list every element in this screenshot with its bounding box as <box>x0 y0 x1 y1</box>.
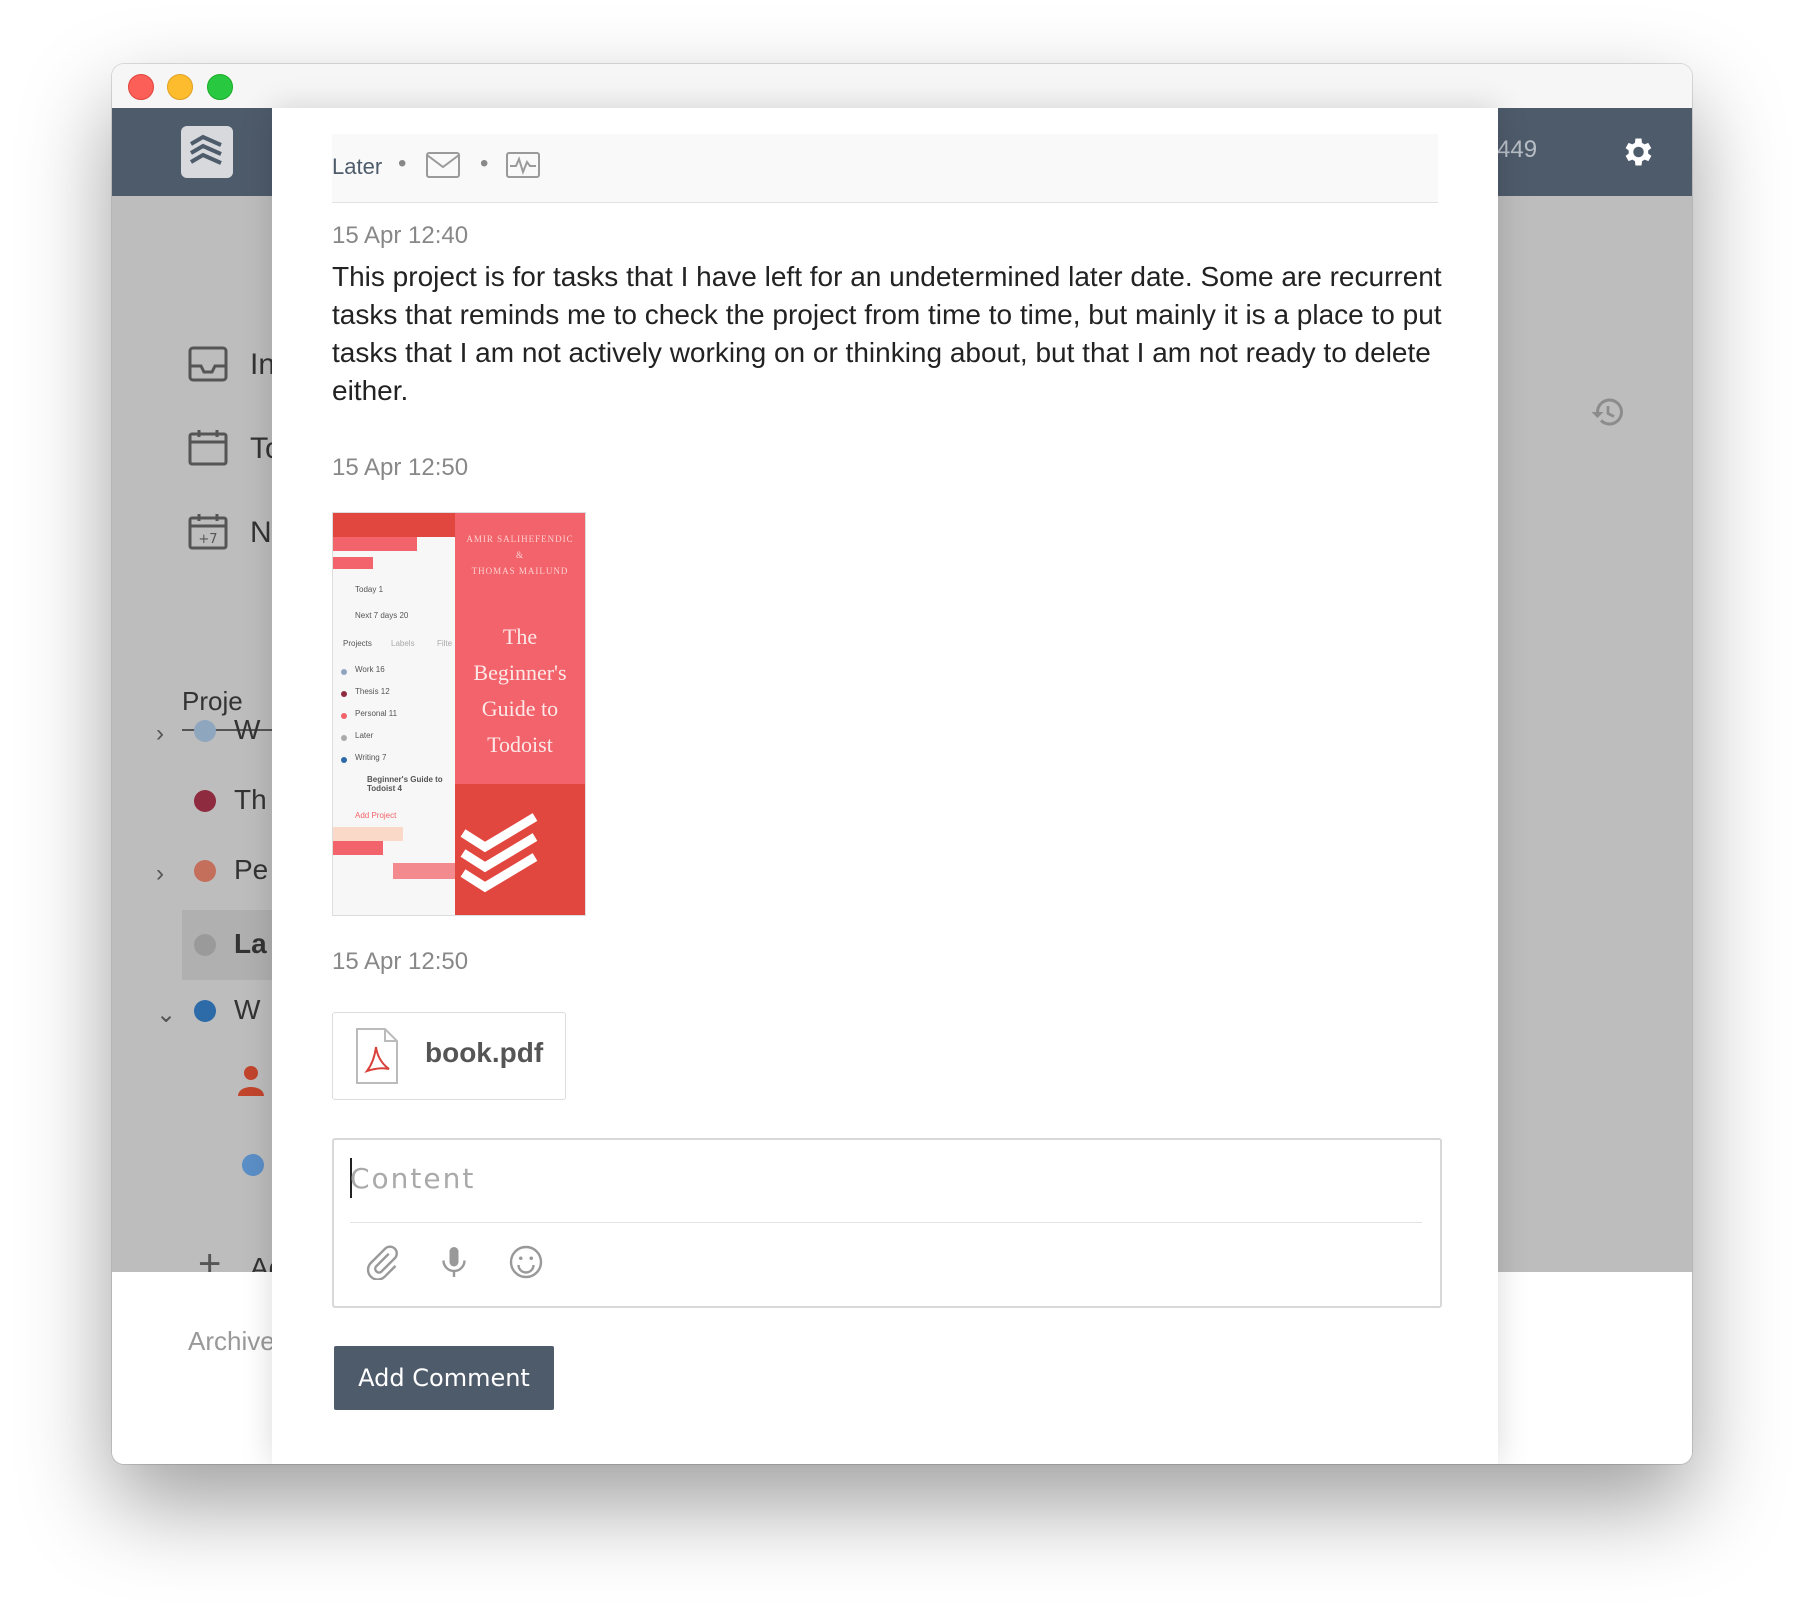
pdf-attachment[interactable]: book.pdf <box>332 1012 566 1100</box>
thumb-item: Filte <box>437 639 453 648</box>
archive-label[interactable]: Archive <box>188 1326 275 1357</box>
comment-text: This project is for tasks that I have le… <box>332 261 1442 406</box>
thumb-highlight <box>333 557 373 569</box>
project-color-dot <box>194 790 216 812</box>
minimize-window-button[interactable] <box>167 74 193 100</box>
thumb-highlight <box>393 863 455 879</box>
comment-timestamp: 15 Apr 12:50 <box>332 948 469 975</box>
app-background: 449 In To +7 Ne Proje › W Th › Pe La ⌄ W… <box>112 108 1692 1464</box>
thumb-item: Today 1 <box>355 585 384 594</box>
book-author-amp: & <box>515 550 524 560</box>
separator-dot: • <box>398 150 407 177</box>
thumb-topbar <box>333 513 455 537</box>
file-name[interactable]: book.pdf <box>425 1037 543 1069</box>
comment-timestamp: 15 Apr 12:40 <box>332 222 469 249</box>
project-color-dot <box>194 860 216 882</box>
todoist-chevrons-icon <box>460 813 538 893</box>
thumb-item: Projects <box>343 639 372 648</box>
karma-counter[interactable]: 449 <box>1497 136 1537 164</box>
gear-icon[interactable] <box>1619 134 1655 170</box>
app-window: 449 In To +7 Ne Proje › W Th › Pe La ⌄ W… <box>112 64 1692 1464</box>
title-bar <box>112 64 1692 109</box>
inbox-icon <box>188 346 228 382</box>
thumb-item: Writing 7 <box>355 753 387 762</box>
thumb-highlight <box>333 537 417 551</box>
thumb-dot <box>341 691 347 697</box>
mail-icon[interactable] <box>426 152 460 178</box>
emoji-icon[interactable] <box>508 1244 544 1280</box>
thumb-item: Thesis 12 <box>355 687 390 696</box>
image-attachment-thumbnail[interactable]: Today 1 Next 7 days 20 Projects Labels F… <box>332 512 586 916</box>
thumb-dot <box>341 735 347 741</box>
project-label: La <box>234 928 267 959</box>
project-name: Later <box>332 154 383 179</box>
thumb-item: Later <box>355 731 374 740</box>
comment-composer <box>332 1138 1442 1308</box>
thumb-dot <box>341 757 347 763</box>
project-color-dot <box>194 720 216 742</box>
thumb-item: Beginner's Guide to Todoist 4 <box>367 775 443 793</box>
thumb-item: Add Project <box>355 811 397 820</box>
shared-user-icon <box>238 1066 264 1096</box>
project-label: Th <box>234 784 267 815</box>
activity-log-icon[interactable] <box>506 152 540 178</box>
project-label: W <box>234 714 261 745</box>
chevron-right-icon[interactable]: › <box>156 860 164 888</box>
chevron-down-icon[interactable]: ⌄ <box>156 1000 176 1029</box>
history-icon[interactable] <box>1590 394 1626 430</box>
thumb-highlight <box>333 827 403 841</box>
project-comments-modal: Later • • 15 Apr 12:40 This project is f… <box>272 108 1498 1464</box>
paperclip-icon[interactable] <box>364 1244 400 1280</box>
comment-input[interactable] <box>350 1154 1420 1202</box>
thumb-item: Labels <box>391 639 415 648</box>
project-color-dot <box>242 1154 264 1176</box>
project-label: W <box>234 994 261 1025</box>
project-color-dot <box>194 934 216 956</box>
add-comment-button[interactable]: Add Comment <box>334 1346 554 1410</box>
composer-divider <box>350 1222 1422 1223</box>
thumb-item: Personal 11 <box>355 709 398 718</box>
book-title-line: Guide to <box>481 696 559 721</box>
project-color-dot <box>194 1000 216 1022</box>
calendar-today-icon <box>188 430 228 466</box>
thumb-dot <box>341 713 347 719</box>
chevron-right-icon[interactable]: › <box>156 720 164 748</box>
thumb-item: Next 7 days 20 <box>355 611 409 620</box>
next7-badge: +7 <box>198 532 217 547</box>
microphone-icon[interactable] <box>436 1244 472 1280</box>
calendar-next7-icon: +7 <box>188 514 228 550</box>
book-title: The Beginner's Guide to Todoist <box>455 619 585 763</box>
comment-timestamp: 15 Apr 12:50 <box>332 454 469 481</box>
book-authors: AMIR SALIHEFENDIC & THOMAS MAILUND <box>455 531 585 579</box>
pdf-file-icon <box>356 1028 398 1084</box>
thumb-item: Work 16 <box>355 665 385 674</box>
project-label: Pe <box>234 854 269 885</box>
book-author-2: THOMAS MAILUND <box>471 566 569 576</box>
modal-header: Later • • <box>332 134 1438 203</box>
book-title-line: The <box>502 624 538 649</box>
close-window-button[interactable] <box>128 74 154 100</box>
thumb-highlight <box>333 841 383 855</box>
thumb-dot <box>341 669 347 675</box>
zoom-window-button[interactable] <box>207 74 233 100</box>
todoist-logo-icon[interactable] <box>181 126 233 178</box>
book-title-line: Todoist <box>487 732 553 757</box>
separator-dot: • <box>480 150 489 177</box>
book-title-line: Beginner's <box>473 660 567 685</box>
book-author-1: AMIR SALIHEFENDIC <box>466 534 574 544</box>
